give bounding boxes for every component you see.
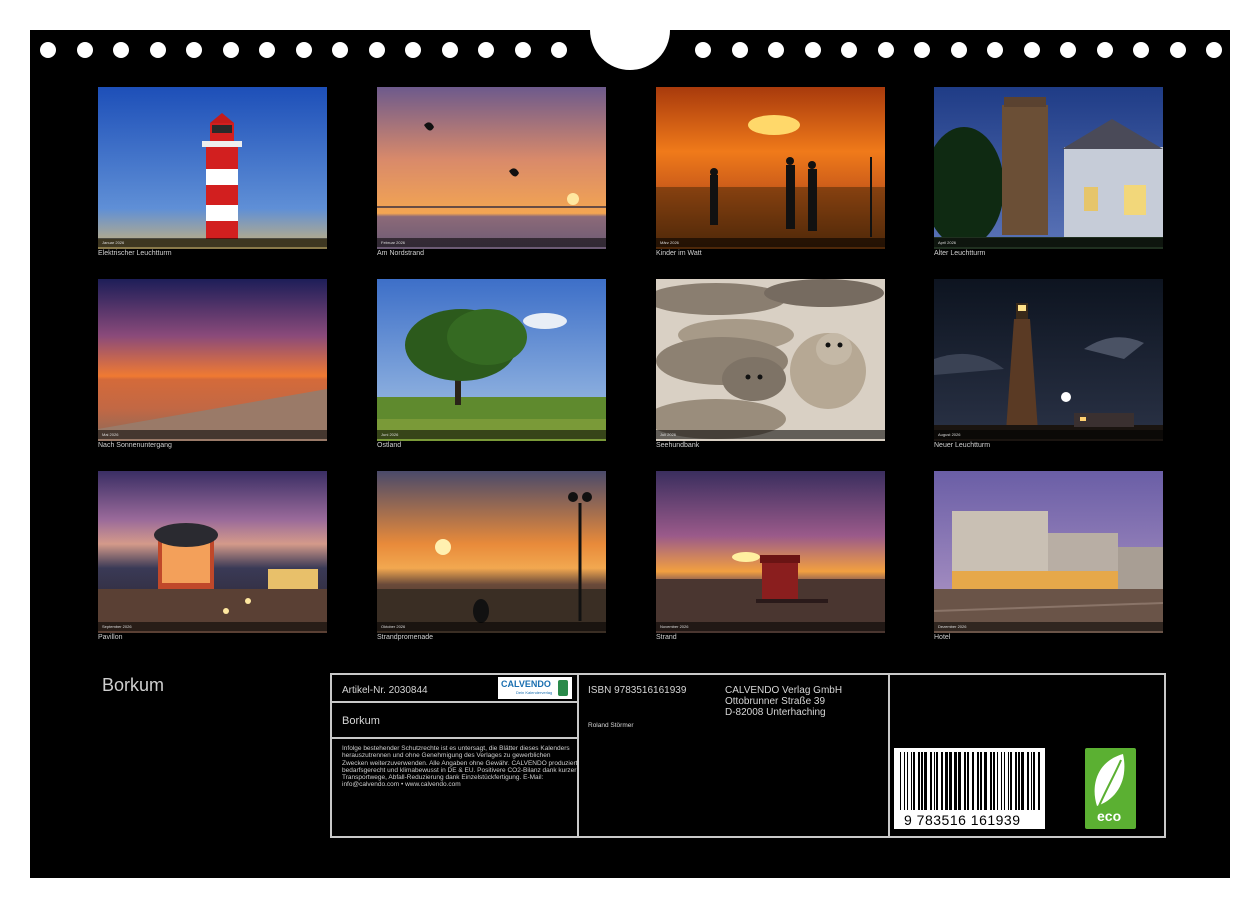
binding-hole [1023, 42, 1040, 58]
binding-hole [1133, 42, 1149, 58]
photo-caption: Pavillon [98, 634, 123, 641]
binding-hole [478, 42, 494, 58]
photo-hotel: Dezember 2026 [934, 471, 1163, 633]
info-box: Artikel-Nr. 2030844 CALVENDO Dein Kalend… [330, 673, 1166, 838]
photo-caption: Elektrischer Leuchtturm [98, 250, 172, 257]
photo-elektrischer-leuchtturm: Januar 2026 [98, 87, 327, 249]
binding-hole [1206, 42, 1222, 58]
photo-strand: November 2026 [656, 471, 885, 633]
binding-hole [768, 42, 784, 58]
photo-caption: Am Nordstrand [377, 250, 425, 257]
month-label: Juni 2026 [381, 432, 399, 437]
calvendo-logo: CALVENDO Dein Kalenderverlag [498, 677, 572, 699]
binding-hole [295, 42, 312, 58]
binding-hole [950, 42, 967, 58]
binding-hole [113, 42, 129, 58]
photo-am-nordstrand: Februar 2026 [377, 87, 606, 249]
month-label: Oktober 2026 [381, 624, 406, 629]
month-label: Januar 2026 [102, 240, 125, 245]
barcode-digits: 9 783516 161939 [904, 812, 1021, 828]
photo-seehundbank: Juli 2026 [656, 279, 885, 441]
month-label: Juli 2026 [660, 432, 677, 437]
photo-kinder-im-watt: März 2026 [656, 87, 885, 249]
legal-notice: Infolge bestehender Schutzrechte ist es … [342, 745, 578, 789]
binding-hole [514, 42, 531, 58]
photo-caption: Seehundbank [656, 442, 700, 449]
photo-caption: Kinder im Watt [656, 250, 702, 257]
eco-leaf-icon: eco [1085, 748, 1136, 829]
calendar-title: Borkum [102, 675, 165, 695]
binding-hole [368, 42, 385, 58]
photo-ostland: Juni 2026 [377, 279, 606, 441]
photo-caption: Ostland [377, 442, 402, 449]
photo-caption: Hotel [934, 634, 951, 641]
month-label: Dezember 2026 [938, 624, 967, 629]
photo-caption: Strand [656, 634, 677, 641]
binding-hole [1169, 42, 1186, 58]
binding-hole [731, 42, 748, 58]
binding-hole [405, 42, 421, 58]
isbn: ISBN 9783516161939 [588, 685, 687, 696]
month-label: April 2026 [938, 240, 957, 245]
binding-hole [551, 42, 567, 58]
barcode: 9 783516 161939 [894, 748, 1045, 829]
photo-alter-leuchtturm: April 2026 [934, 87, 1163, 249]
binding-hole [914, 42, 930, 58]
binding-hole [804, 42, 821, 58]
product-title: Borkum [342, 715, 380, 727]
binding-hole [1096, 42, 1113, 58]
calendar-back-cover: Januar 2026 Elektrischer Leuchtturm Febr… [30, 0, 1230, 878]
photo-caption: Strandpromenade [377, 634, 434, 641]
binding-hole [149, 42, 166, 58]
binding-hole [987, 42, 1003, 58]
binding-hole [332, 42, 348, 58]
photo-nach-sonnenuntergang: Mai 2026 [98, 279, 327, 441]
binding-hole [259, 42, 275, 58]
photo-caption: Neuer Leuchtturm [934, 442, 991, 449]
month-label: März 2026 [660, 240, 679, 245]
binding-hole [841, 42, 857, 58]
binding-hole [877, 42, 894, 58]
binding-hole [441, 42, 458, 58]
month-label: September 2026 [102, 624, 132, 629]
photo-neuer-leuchtturm: August 2026 [934, 279, 1163, 441]
photo-caption: Alter Leuchtturm [934, 250, 986, 257]
binding-hole [1060, 42, 1076, 58]
binding-hole [76, 42, 93, 58]
author: Roland Störmer [588, 722, 634, 729]
binding-hole [40, 42, 56, 58]
photo-strandpromenade: Oktober 2026 [377, 471, 606, 633]
month-label: November 2026 [660, 624, 689, 629]
month-label: Februar 2026 [381, 240, 406, 245]
eco-label: eco [1097, 808, 1122, 824]
binding-hole [222, 42, 239, 58]
binding-hole [186, 42, 202, 58]
article-number: Artikel-Nr. 2030844 [342, 685, 428, 696]
month-label: Mai 2026 [102, 432, 119, 437]
binding-hole [695, 42, 711, 58]
photo-pavillon: September 2026 [98, 471, 327, 633]
photo-caption: Nach Sonnenuntergang [98, 442, 172, 449]
month-label: August 2026 [938, 432, 961, 437]
publisher-address: CALVENDO Verlag GmbH Ottobrunner Straße … [725, 685, 843, 718]
hanger-cutout [590, 0, 670, 70]
